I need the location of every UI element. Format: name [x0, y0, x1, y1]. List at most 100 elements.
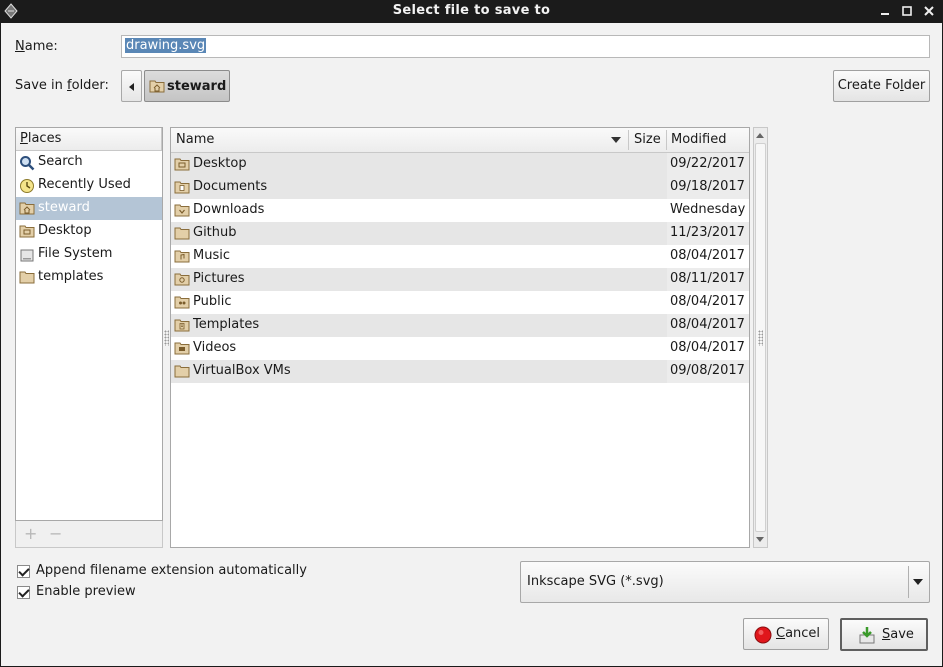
filename-selected-text: drawing.svg	[125, 38, 207, 53]
file-size	[629, 337, 667, 360]
file-size	[629, 314, 667, 337]
file-name: Downloads	[193, 202, 265, 217]
minimize-icon[interactable]	[877, 3, 893, 19]
file-size	[629, 153, 667, 176]
file-modified: 09/18/2017	[667, 176, 749, 199]
file-size	[629, 222, 667, 245]
append-extension-checkbox[interactable]	[17, 565, 30, 578]
file-size	[629, 245, 667, 268]
file-type-select[interactable]: Inkscape SVG (*.svg)	[520, 561, 930, 603]
folder-icon	[174, 365, 190, 378]
path-button-steward[interactable]: steward	[144, 70, 230, 102]
place-item-recently-used[interactable]: Recently Used	[16, 174, 162, 197]
file-list: Name Size Modified Desktop 09/22/2017 Do…	[170, 127, 750, 548]
place-item-steward[interactable]: steward	[16, 197, 162, 220]
close-icon[interactable]	[921, 3, 937, 19]
file-name: VirtualBox VMs	[193, 363, 291, 378]
file-row-documents[interactable]: Documents 09/18/2017	[171, 176, 749, 199]
file-modified: 08/04/2017	[670, 294, 745, 309]
places-header[interactable]: Places	[16, 128, 162, 151]
downloads-folder-icon	[174, 204, 190, 217]
filename-input[interactable]: drawing.svg	[121, 35, 930, 58]
file-name: Desktop	[193, 156, 247, 171]
stop-icon	[754, 626, 772, 644]
file-size	[629, 176, 667, 199]
file-row-templates[interactable]: Templates 08/04/2017	[171, 314, 749, 337]
window-title: Select file to save to	[392, 3, 551, 18]
file-name: Pictures	[193, 271, 245, 286]
cancel-button[interactable]: Cancel	[743, 618, 829, 650]
music-folder-icon	[174, 250, 190, 263]
column-size-header[interactable]: Size	[634, 132, 661, 147]
file-modified: Wednesday	[670, 202, 746, 217]
file-row-videos[interactable]: Videos 08/04/2017	[171, 337, 749, 360]
home-folder-icon	[19, 202, 35, 215]
add-bookmark-button[interactable]: +	[24, 524, 37, 543]
pane-resize-handle[interactable]	[164, 330, 169, 346]
pictures-folder-icon	[174, 273, 190, 286]
file-name: Videos	[193, 340, 237, 355]
file-modified: 09/22/2017	[667, 153, 749, 176]
desktop-folder-icon	[174, 158, 190, 171]
file-name: Music	[193, 248, 230, 263]
create-folder-button[interactable]: Create Folder	[833, 70, 930, 102]
sort-descending-icon	[611, 137, 621, 143]
scroll-up-icon[interactable]	[756, 133, 764, 138]
file-row-desktop[interactable]: Desktop 09/22/2017	[171, 153, 749, 176]
file-row-pictures[interactable]: Pictures 08/11/2017	[171, 268, 749, 291]
file-row-github[interactable]: Github 11/23/2017	[171, 222, 749, 245]
file-modified: 08/04/2017	[670, 340, 745, 355]
place-item-desktop[interactable]: Desktop	[16, 220, 162, 243]
file-modified: 08/04/2017	[667, 314, 749, 337]
path-button-label: steward	[167, 79, 227, 94]
file-row-downloads[interactable]: Downloads Wednesday	[171, 199, 749, 222]
file-row-public[interactable]: Public 08/04/2017	[171, 291, 749, 314]
file-size	[629, 268, 667, 291]
save-button[interactable]: Save	[840, 618, 928, 651]
file-size	[629, 291, 667, 314]
append-extension-label: Append filename extension automatically	[36, 563, 307, 578]
title-bar: Select file to save to	[0, 0, 943, 23]
file-list-header: Name Size Modified	[171, 128, 749, 153]
file-size	[629, 360, 667, 383]
public-folder-icon	[174, 296, 190, 309]
column-name-header[interactable]: Name	[176, 132, 214, 147]
scroll-down-icon[interactable]	[756, 537, 764, 542]
save-dialog: Name: drawing.svg Save in folder: stewar…	[0, 23, 943, 667]
enable-preview-label: Enable preview	[36, 584, 136, 599]
maximize-icon[interactable]	[899, 3, 915, 19]
file-name: Documents	[193, 179, 268, 194]
remove-bookmark-button[interactable]: −	[49, 524, 62, 543]
column-separator	[628, 130, 629, 150]
templates-folder-icon	[174, 319, 190, 332]
file-type-value: Inkscape SVG (*.svg)	[527, 574, 664, 589]
chevron-down-icon	[913, 579, 923, 585]
documents-folder-icon	[174, 181, 190, 194]
path-back-button[interactable]	[121, 70, 142, 102]
place-item-search[interactable]: Search	[16, 151, 162, 174]
places-toolbar: + −	[15, 521, 163, 548]
drive-icon	[20, 249, 34, 262]
place-item-file-system[interactable]: File System	[16, 243, 162, 266]
save-in-folder-label: Save in folder:	[15, 78, 109, 93]
home-folder-icon	[149, 80, 165, 93]
name-label: Name:	[15, 39, 58, 54]
column-separator	[666, 130, 667, 150]
enable-preview-checkbox[interactable]	[17, 586, 30, 599]
column-modified-header[interactable]: Modified	[671, 132, 726, 147]
recent-icon	[20, 179, 34, 193]
preview-resize-handle[interactable]	[758, 330, 763, 346]
videos-folder-icon	[174, 342, 190, 355]
file-size	[629, 199, 667, 222]
file-row-virtualbox-vms[interactable]: VirtualBox VMs 09/08/2017	[171, 360, 749, 383]
search-icon	[20, 156, 35, 171]
file-modified: 11/23/2017	[667, 222, 749, 245]
places-pane: Places Search Recently Used steward Desk…	[15, 127, 163, 521]
place-item-templates[interactable]: templates	[16, 266, 162, 289]
save-icon	[859, 627, 875, 644]
file-row-music[interactable]: Music 08/04/2017	[171, 245, 749, 268]
file-modified: 08/11/2017	[667, 268, 749, 291]
file-modified: 09/08/2017	[667, 360, 749, 383]
folder-icon	[174, 227, 190, 240]
folder-icon	[19, 271, 35, 284]
